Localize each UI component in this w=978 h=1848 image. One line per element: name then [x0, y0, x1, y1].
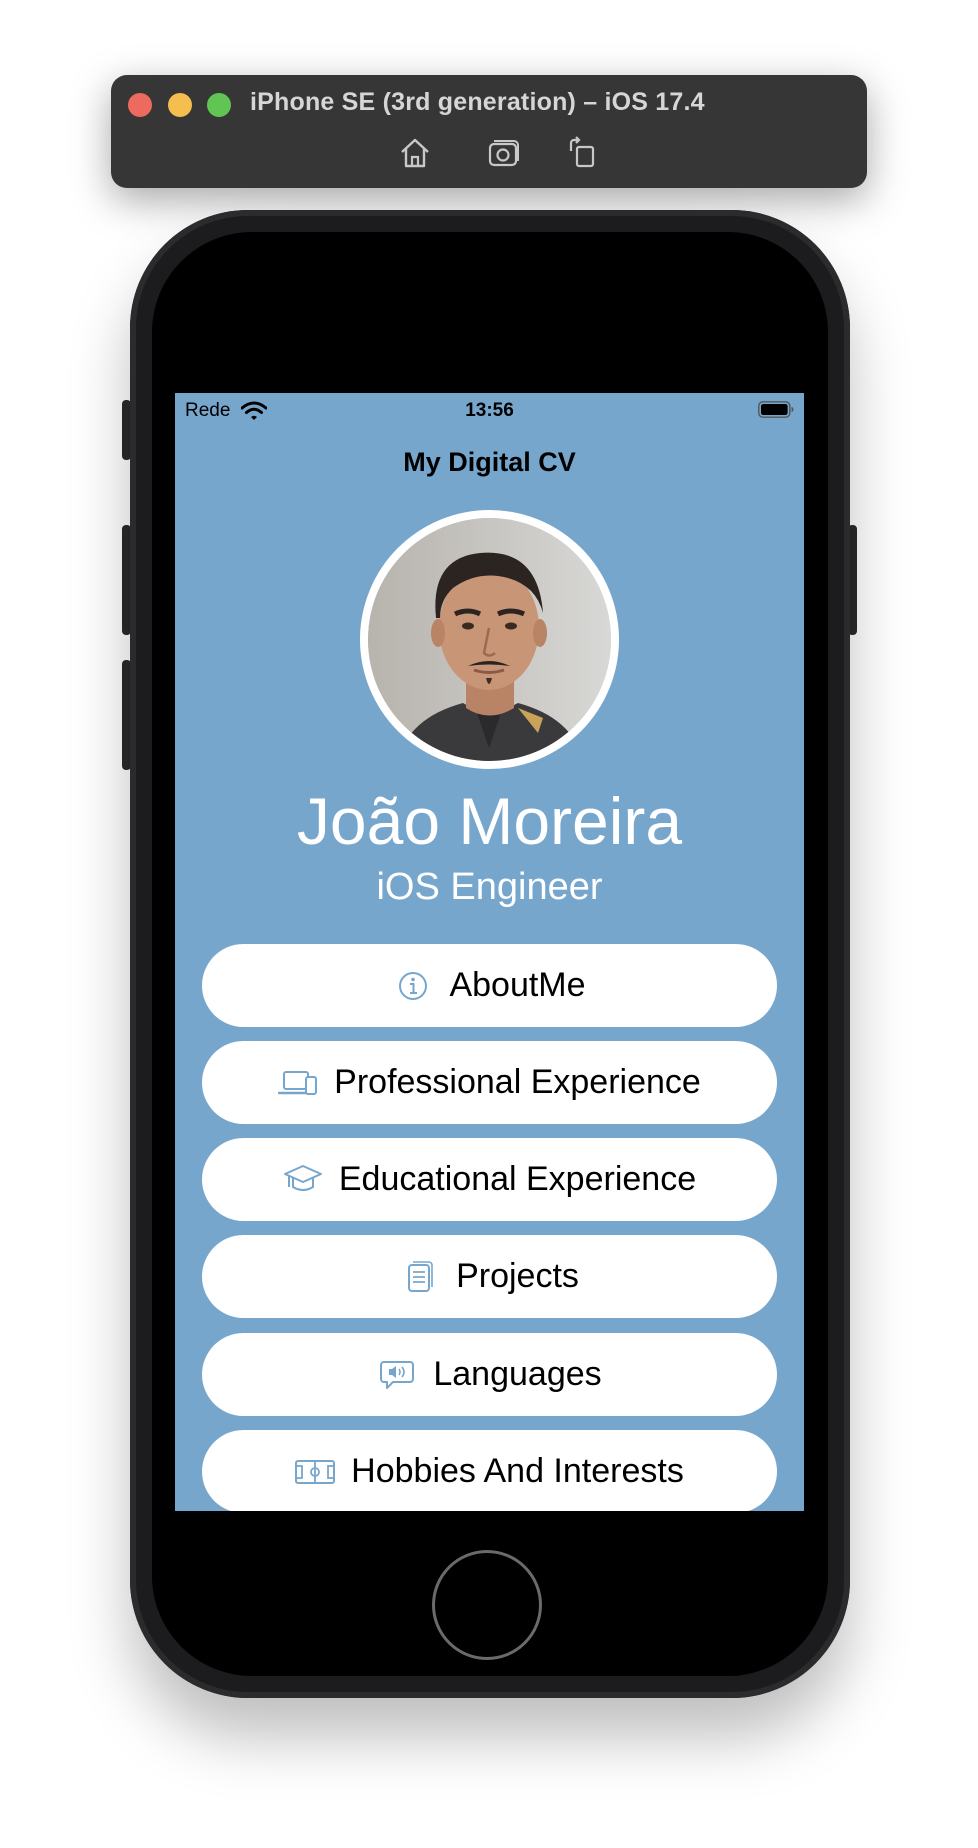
screenshot-icon[interactable] — [486, 135, 522, 171]
document-icon — [400, 1260, 440, 1293]
simulator-title: iPhone SE (3rd generation) – iOS 17.4 — [250, 88, 705, 116]
home-icon[interactable] — [397, 135, 433, 171]
nav-title: My Digital CV — [403, 447, 576, 477]
graduation-cap-icon — [283, 1164, 323, 1196]
home-button[interactable] — [432, 1550, 542, 1660]
hobbies-label: Hobbies And Interests — [351, 1452, 684, 1490]
projects-label: Projects — [456, 1257, 579, 1295]
desktop-background: iPhone SE (3rd generation) – iOS 17.4 Re… — [0, 0, 978, 1848]
profile-role: iOS Engineer — [376, 866, 603, 908]
laptop-phone-icon — [278, 1067, 318, 1099]
professional-experience-label: Professional Experience — [334, 1063, 701, 1101]
battery-icon — [758, 401, 794, 418]
rotate-icon[interactable] — [564, 135, 600, 171]
close-window-button[interactable] — [128, 93, 152, 117]
projects-button[interactable]: Projects — [202, 1235, 777, 1318]
hobbies-button[interactable]: Hobbies And Interests — [202, 1430, 777, 1511]
app-screen: Rede 13:56 My Digital CV João Moreira iO… — [175, 393, 804, 1511]
about-me-button[interactable]: AboutMe — [202, 944, 777, 1027]
languages-label: Languages — [433, 1355, 602, 1393]
status-time: 13:56 — [465, 400, 514, 421]
educational-experience-button[interactable]: Educational Experience — [202, 1138, 777, 1221]
profile-photo — [368, 518, 611, 761]
educational-experience-label: Educational Experience — [338, 1160, 697, 1198]
speech-bubble-speaker-icon — [377, 1359, 417, 1391]
minimize-window-button[interactable] — [168, 93, 192, 117]
zoom-window-button[interactable] — [207, 93, 231, 117]
languages-button[interactable]: Languages — [202, 1333, 777, 1416]
info-circle-icon — [393, 970, 433, 1002]
profile-name: João Moreira — [296, 784, 683, 858]
soccer-field-icon — [295, 1456, 336, 1488]
professional-experience-button[interactable]: Professional Experience — [202, 1041, 777, 1124]
avatar — [360, 510, 619, 769]
about-me-label: AboutMe — [449, 966, 586, 1004]
